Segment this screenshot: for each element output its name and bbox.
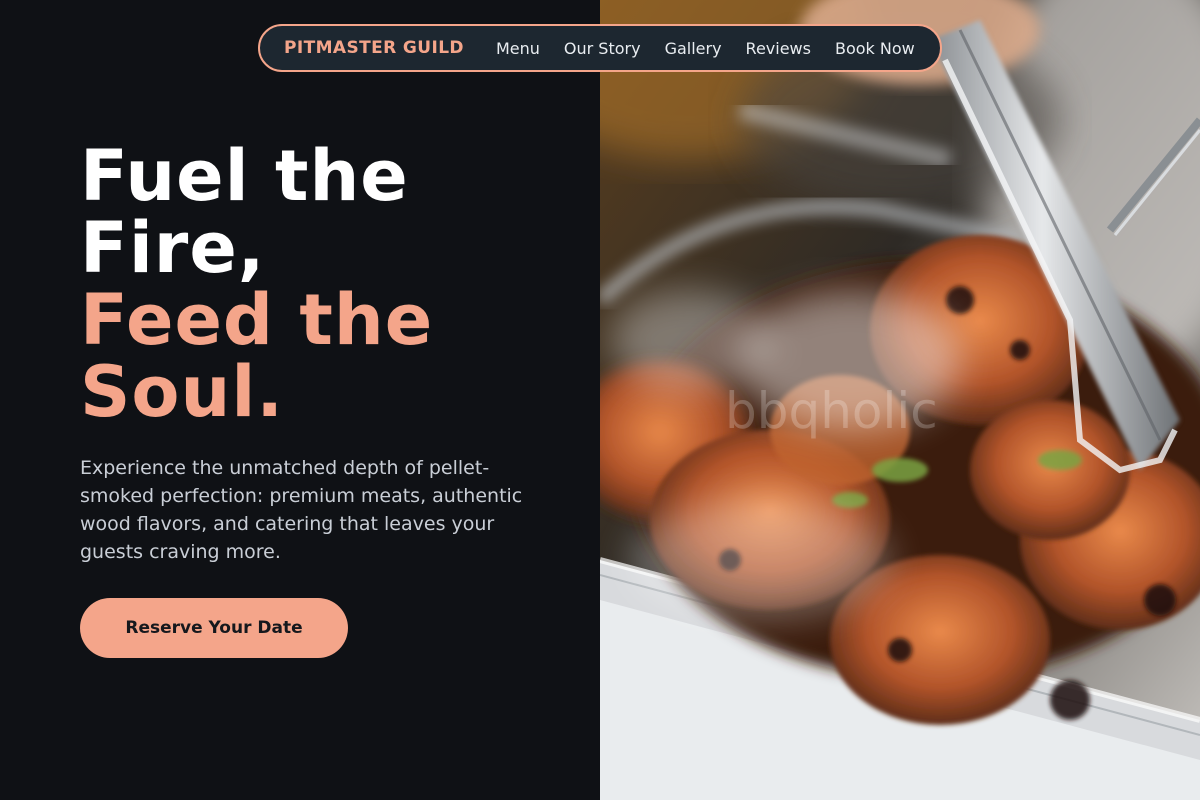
nav-link-our-story[interactable]: Our Story (564, 39, 641, 58)
nav-link-reviews[interactable]: Reviews (746, 39, 811, 58)
reserve-date-button[interactable]: Reserve Your Date (80, 598, 348, 658)
hero-panel: Fuel the Fire, Feed the Soul. Experience… (0, 0, 600, 800)
brand-logo-link[interactable]: PITMASTER GUILD (284, 38, 464, 58)
hero-headline: Fuel the Fire, Feed the Soul. (80, 140, 560, 428)
nav-link-menu[interactable]: Menu (496, 39, 540, 58)
headline-line-1: Fuel the Fire, (80, 135, 409, 289)
nav-link-gallery[interactable]: Gallery (665, 39, 722, 58)
top-navigation: PITMASTER GUILD Menu Our Story Gallery R… (258, 24, 942, 72)
hero-description: Experience the unmatched depth of pellet… (80, 457, 523, 563)
grilled-meat-tongs-image: bbqholic (600, 0, 1200, 800)
watermark-text: bbqholic (725, 382, 938, 440)
hero-photo: bbqholic (600, 0, 1200, 800)
nav-links: Menu Our Story Gallery Reviews Book Now (496, 39, 915, 58)
nav-link-book-now[interactable]: Book Now (835, 39, 915, 58)
headline-line-2: Feed the Soul. (80, 279, 434, 433)
